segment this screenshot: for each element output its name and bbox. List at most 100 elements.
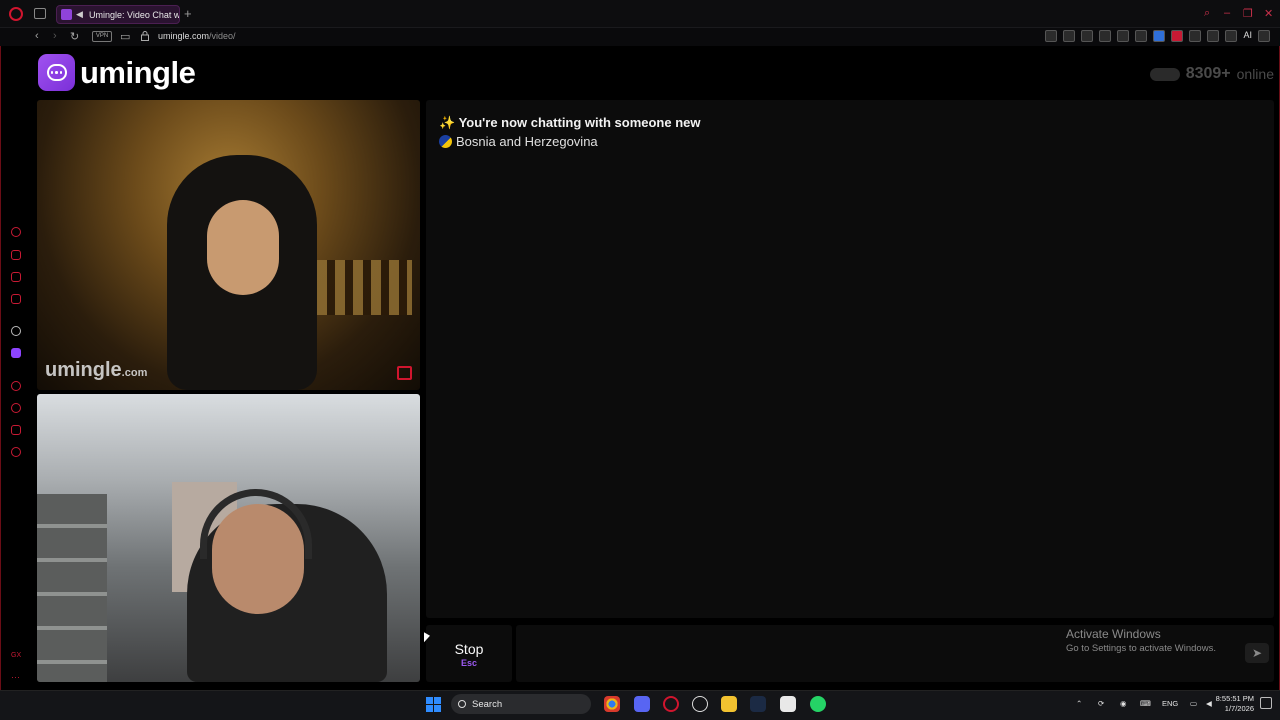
discord-icon[interactable]: [634, 696, 650, 712]
activate-windows-title: Activate Windows: [1066, 627, 1161, 641]
wall-decoration: [317, 260, 412, 315]
download-icon[interactable]: [1225, 30, 1238, 42]
logo-text: umingle: [80, 54, 196, 90]
heart-icon[interactable]: [1135, 30, 1148, 42]
sidebar-player-icon[interactable]: [11, 381, 21, 391]
sidebar-aria-icon[interactable]: [11, 227, 21, 237]
pin-icon[interactable]: [1045, 30, 1058, 42]
url-field[interactable]: umingle.com/video/: [158, 31, 236, 41]
language-indicator[interactable]: ENG: [1162, 699, 1178, 708]
extension-blue-icon[interactable]: [1153, 30, 1166, 42]
clock-date: 1/7/2026: [1224, 704, 1254, 713]
reload-icon[interactable]: ↻: [70, 30, 79, 43]
sidebar-settings-icon[interactable]: [11, 447, 21, 457]
sidebar-gx-icon[interactable]: GX: [11, 652, 21, 662]
stop-shortcut: Esc: [460, 658, 477, 668]
self-video: [37, 394, 420, 682]
online-label: online: [1236, 66, 1274, 82]
camera-icon[interactable]: ▭: [120, 30, 130, 43]
chat-status-line: ✨ You're now chatting with someone new: [439, 115, 701, 131]
opera-gx-icon[interactable]: [663, 696, 679, 712]
sidebar-chatgpt-icon[interactable]: [11, 326, 21, 336]
taskbar-search-label: Search: [472, 698, 503, 710]
tray-sync-icon[interactable]: ⟳: [1098, 699, 1104, 708]
bosnia-flag-icon: [439, 135, 452, 148]
chatgpt-icon[interactable]: [692, 696, 708, 712]
stranger-video: umingle.com: [37, 100, 420, 390]
online-toggle[interactable]: [1149, 67, 1180, 81]
sidebar-ai-icon[interactable]: [11, 294, 21, 304]
close-icon[interactable]: ✕: [1264, 7, 1273, 20]
extension-grid-icon[interactable]: [1189, 30, 1202, 42]
play-icon[interactable]: [1117, 30, 1130, 42]
stranger-face: [207, 200, 279, 295]
chat-bubble-icon: [38, 54, 75, 91]
stop-label: Stop: [454, 641, 484, 657]
sidebar-more-icon[interactable]: ···: [11, 672, 21, 682]
extensions-toolbar: AI: [1045, 30, 1270, 42]
chrome-icon[interactable]: [604, 696, 620, 712]
chat-country-line: Bosnia and Herzegovina: [439, 134, 598, 149]
network-icon[interactable]: ▭: [1190, 699, 1197, 708]
url-path: /video/: [209, 31, 236, 41]
sidebar-history-icon[interactable]: [11, 403, 21, 413]
back-icon[interactable]: ‹: [35, 30, 39, 42]
snapshot-icon[interactable]: [1063, 30, 1076, 42]
clock-time: 8:55:51 PM: [1215, 694, 1254, 703]
speaker-icon[interactable]: ◀: [76, 10, 85, 19]
forward-icon[interactable]: ›: [53, 30, 57, 42]
windows-start-icon[interactable]: [426, 697, 441, 712]
app-icon[interactable]: [780, 696, 796, 712]
taskbar-clock[interactable]: 8:55:51 PM 1/7/2026: [1216, 694, 1254, 714]
file-explorer-icon[interactable]: [721, 696, 737, 712]
activate-windows-subtitle: Go to Settings to activate Windows.: [1066, 643, 1216, 654]
search-tabs-icon[interactable]: ⌕: [1204, 7, 1210, 20]
opera-menu-icon[interactable]: [9, 7, 23, 21]
online-indicator: 8309+ online: [1149, 65, 1274, 83]
url-host: umingle.com: [158, 31, 210, 41]
microphone-icon[interactable]: ◉: [1120, 699, 1127, 708]
keyboard-icon[interactable]: ⌨: [1140, 699, 1151, 708]
stop-button[interactable]: Stop Esc: [426, 625, 512, 682]
room-shelf: [37, 494, 107, 682]
chat-status-message: You're now chatting with someone new: [458, 115, 701, 130]
report-flag-icon[interactable]: [397, 366, 412, 380]
restore-icon[interactable]: ❐: [1243, 7, 1253, 20]
tab-title: Umingle: Video Chat w: [89, 9, 180, 20]
sidebar-extensions-icon[interactable]: [11, 425, 21, 435]
minimize-icon[interactable]: –: [1224, 7, 1230, 19]
sparkle-icon: ✨: [439, 115, 456, 130]
notification-icon[interactable]: [1260, 697, 1272, 709]
opera-sidebar: GX ···: [0, 46, 30, 690]
search-icon: [458, 700, 466, 708]
vpn-badge[interactable]: VPN: [92, 31, 112, 42]
chat-panel: ✨ You're now chatting with someone new B…: [426, 100, 1274, 618]
video-watermark: umingle.com: [45, 359, 147, 382]
shield-icon[interactable]: [1081, 30, 1094, 42]
watermark-suffix: .com: [121, 367, 148, 379]
puzzle-icon[interactable]: [1207, 30, 1220, 42]
new-tab-button[interactable]: +: [184, 6, 192, 21]
activate-windows-watermark: Activate Windows Go to Settings to activ…: [1066, 627, 1216, 654]
umingle-favicon-icon: [61, 9, 72, 20]
sidebar-twitch-icon[interactable]: [11, 348, 21, 358]
taskbar-search[interactable]: Search: [451, 694, 591, 714]
online-count: 8309+: [1185, 65, 1231, 82]
tab-list-icon[interactable]: [34, 8, 46, 19]
extension-red-icon[interactable]: [1171, 30, 1184, 42]
easy-setup-icon[interactable]: [1258, 30, 1270, 42]
aria-ai-button[interactable]: AI: [1243, 30, 1252, 42]
tab-umingle[interactable]: ◀ Umingle: Video Chat w: [56, 5, 180, 24]
volume-icon[interactable]: ◀: [1206, 699, 1212, 708]
chat-country: Bosnia and Herzegovina: [456, 134, 598, 149]
translate-icon[interactable]: [1099, 30, 1112, 42]
send-icon[interactable]: ➤: [1245, 643, 1269, 663]
tab-strip: [0, 0, 1280, 28]
lock-icon[interactable]: [141, 31, 149, 41]
sidebar-bag-icon[interactable]: [11, 250, 21, 260]
sidebar-tickets-icon[interactable]: [11, 272, 21, 282]
steam-icon[interactable]: [750, 696, 766, 712]
tray-chevron-icon[interactable]: ⌃: [1076, 699, 1082, 708]
umingle-logo[interactable]: umingle: [38, 54, 196, 91]
whatsapp-icon[interactable]: [810, 696, 826, 712]
